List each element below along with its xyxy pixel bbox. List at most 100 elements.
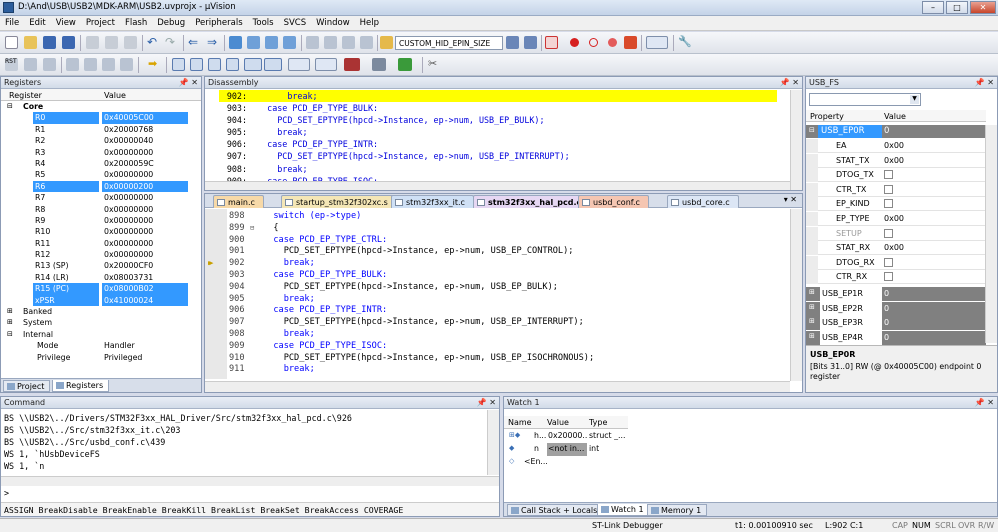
menu-project[interactable]: Project <box>81 16 120 28</box>
save-icon[interactable] <box>43 36 56 49</box>
register-row[interactable]: R11 0x00000000 <box>1 238 201 249</box>
editor-tab[interactable]: usbd_core.c <box>667 195 739 208</box>
indent-icon[interactable] <box>306 36 319 49</box>
watch-row[interactable]: ◇ <En... <box>504 456 628 469</box>
menu-window[interactable]: Window <box>311 16 355 28</box>
next-bookmark-icon[interactable] <box>265 36 278 49</box>
command-hscroll[interactable] <box>1 476 499 486</box>
expand-icon[interactable]: ⊞ <box>809 317 815 325</box>
undo-icon[interactable]: ↶ <box>147 36 160 49</box>
call-stack-window-icon[interactable] <box>244 58 262 71</box>
usb-field-row[interactable]: EA 0x00 <box>806 139 986 153</box>
menu-file[interactable]: File <box>0 16 24 28</box>
analysis-window-icon[interactable] <box>344 58 360 71</box>
register-group[interactable]: ⊞ System <box>1 317 201 328</box>
tabs-menu-icon[interactable]: ▾ ✕ <box>784 195 797 204</box>
kill-breakpoints-icon[interactable] <box>624 36 637 49</box>
editor-tab[interactable]: startup_stm32f302xc.s <box>281 195 397 208</box>
register-row[interactable]: R9 0x00000000 <box>1 215 201 226</box>
register-row[interactable]: R0 0x40005C00 <box>1 112 201 124</box>
cut-icon[interactable] <box>86 36 99 49</box>
nav-back-icon[interactable]: ⇐ <box>188 36 201 49</box>
usb-fs-vscroll[interactable] <box>985 125 997 343</box>
watch-window-icon[interactable] <box>264 58 282 71</box>
expand-icon[interactable]: ⊞ <box>7 317 13 328</box>
step-over-icon[interactable] <box>84 58 97 71</box>
pin-close-icon[interactable]: 📌 ✕ <box>975 398 994 407</box>
field-checkbox[interactable] <box>884 199 893 209</box>
show-next-statement-icon[interactable]: ➡ <box>148 58 161 71</box>
usb-field-row[interactable]: STAT_RX 0x00 <box>806 241 986 256</box>
menu-help[interactable]: Help <box>355 16 384 28</box>
usb-field-row[interactable]: EP_TYPE 0x00 <box>806 212 986 226</box>
menu-view[interactable]: View <box>51 16 81 28</box>
find-icon[interactable] <box>506 36 519 49</box>
usb-register-row[interactable]: ⊞ USB_EP1R 0 <box>806 287 986 301</box>
register-row[interactable]: Mode Handler <box>1 340 201 351</box>
close-button[interactable]: ✕ <box>970 1 996 14</box>
command-input[interactable]: > <box>4 488 494 500</box>
paste-icon[interactable] <box>124 36 137 49</box>
editor-tab[interactable]: usbd_conf.c <box>578 195 649 208</box>
unindent-icon[interactable] <box>324 36 337 49</box>
menu-tools[interactable]: Tools <box>248 16 279 28</box>
command-vscroll[interactable] <box>487 410 499 475</box>
register-row[interactable]: R6 0x00000200 <box>1 180 201 193</box>
open-file-icon[interactable] <box>24 36 37 49</box>
usb-register-row[interactable]: ⊞ USB_EP2R 0 <box>806 301 986 316</box>
editor-tab[interactable]: main.c <box>213 195 264 208</box>
fold-icon[interactable]: ⊟ <box>250 223 254 235</box>
watch-row[interactable]: ◆ n <not in... int <box>504 443 628 456</box>
register-row[interactable]: R13 (SP) 0x20000CF0 <box>1 260 201 271</box>
memory-window-icon[interactable] <box>288 58 310 71</box>
register-row[interactable]: R15 (PC) 0x08000B02 <box>1 283 201 295</box>
expand-icon[interactable]: ⊞ <box>7 306 13 317</box>
usb-register-row[interactable]: ⊞ USB_EP4R 0 <box>806 330 986 345</box>
toolbox-icon[interactable]: ✂ <box>428 58 441 71</box>
menu-edit[interactable]: Edit <box>24 16 50 28</box>
menu-flash[interactable]: Flash <box>120 16 152 28</box>
register-row[interactable]: R14 (LR) 0x08003731 <box>1 272 201 283</box>
uncomment-icon[interactable] <box>360 36 373 49</box>
nav-forward-icon[interactable]: ⇒ <box>207 36 220 49</box>
watch-tab[interactable]: Call Stack + Locals <box>507 504 604 516</box>
menu-debug[interactable]: Debug <box>152 16 190 28</box>
enable-breakpoint-icon[interactable] <box>589 38 598 47</box>
editor-tab[interactable]: stm32f3xx_it.c <box>391 195 474 208</box>
collapse-icon[interactable]: ⊟ <box>7 329 13 340</box>
editor-hscroll[interactable] <box>205 381 790 392</box>
minimize-button[interactable]: – <box>922 1 944 14</box>
serial-window-icon[interactable] <box>315 58 337 71</box>
field-value[interactable]: 0x00 <box>884 141 904 150</box>
register-group[interactable]: ⊞ Banked <box>1 306 201 317</box>
field-value[interactable]: 0x00 <box>884 243 904 252</box>
register-row[interactable]: xPSR 0x41000024 <box>1 294 201 307</box>
usb-field-row[interactable]: DTOG_RX <box>806 255 986 270</box>
window-layout-icon[interactable] <box>646 36 668 49</box>
pin-close-icon[interactable]: 📌 ✕ <box>780 78 799 87</box>
usb-field-row[interactable]: SETUP <box>806 226 986 241</box>
command-window-icon[interactable] <box>172 58 185 71</box>
trace-window-icon[interactable] <box>372 58 386 71</box>
editor-vscroll[interactable] <box>790 209 802 381</box>
bookmark-icon[interactable] <box>229 36 242 49</box>
step-out-icon[interactable] <box>102 58 115 71</box>
usb-field-row[interactable]: STAT_TX 0x00 <box>806 153 986 168</box>
reset-icon[interactable]: RST <box>5 58 18 71</box>
register-row[interactable]: R5 0x00000000 <box>1 169 201 180</box>
menu-svcs[interactable]: SVCS <box>279 16 312 28</box>
register-row[interactable]: R3 0x00000000 <box>1 147 201 158</box>
expand-icon[interactable]: ⊞ <box>809 332 815 340</box>
disassembly-window-icon[interactable] <box>190 58 203 71</box>
find-in-files-icon[interactable] <box>380 36 393 49</box>
redo-icon[interactable]: ↷ <box>165 36 178 49</box>
insert-breakpoint-icon[interactable] <box>570 38 579 47</box>
new-file-icon[interactable] <box>5 36 18 49</box>
pin-close-icon[interactable]: 📌 ✕ <box>179 78 198 87</box>
register-row[interactable]: R1 0x20000768 <box>1 124 201 135</box>
field-checkbox[interactable] <box>884 272 893 282</box>
register-row[interactable]: R2 0x00000040 <box>1 135 201 146</box>
field-checkbox[interactable] <box>884 184 893 194</box>
tab-registers[interactable]: Registers <box>52 380 110 392</box>
symbols-window-icon[interactable] <box>208 58 221 71</box>
